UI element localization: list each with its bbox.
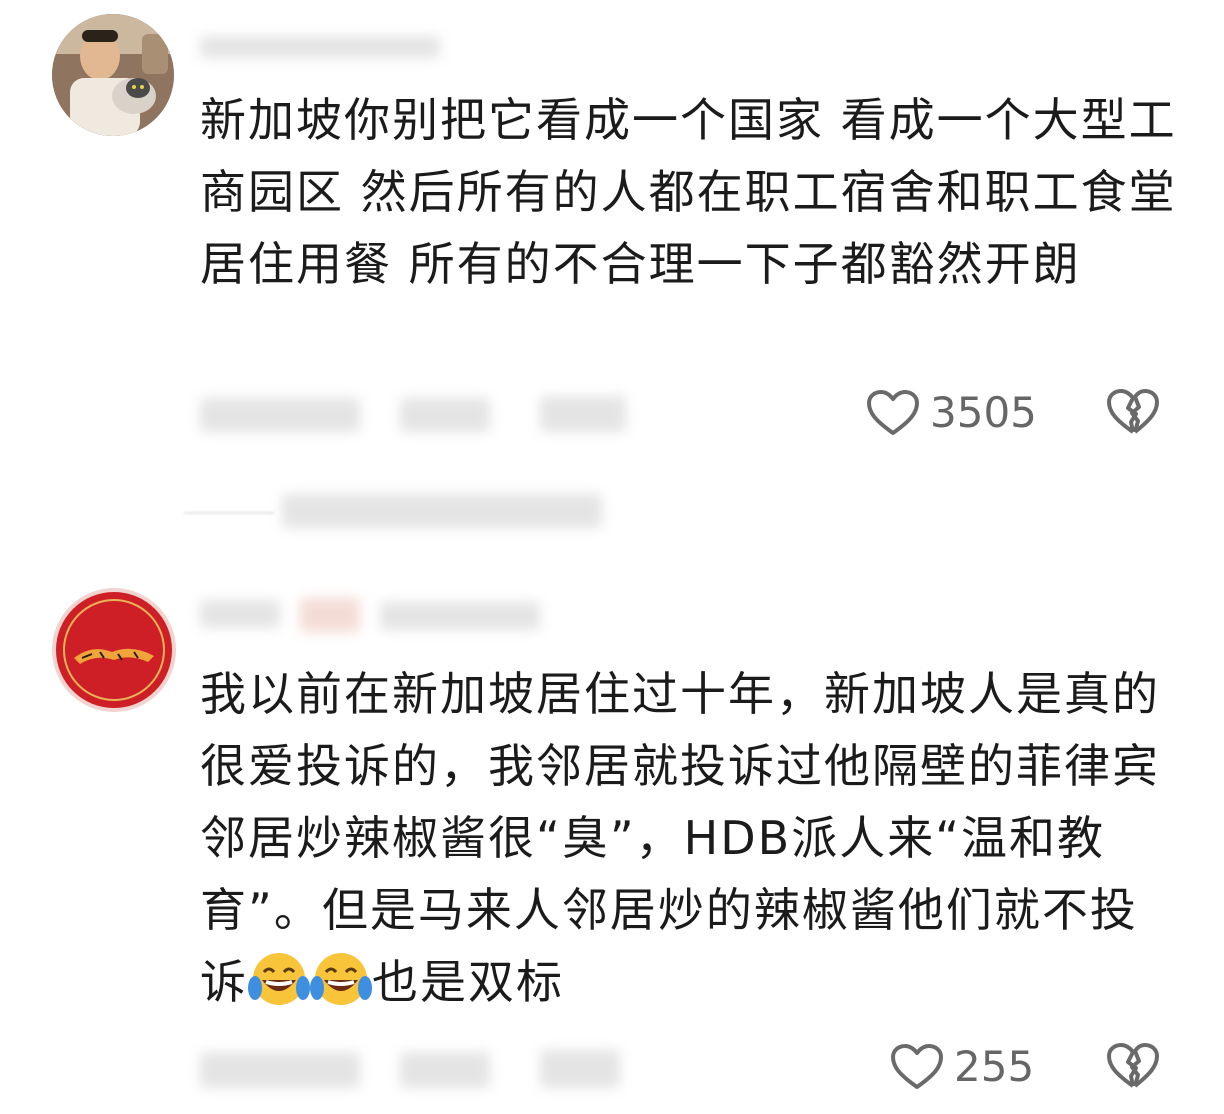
- reply-button[interactable]: [540, 1050, 620, 1088]
- expand-replies-blurred[interactable]: [282, 494, 602, 528]
- timestamp-blurred: [200, 1052, 360, 1088]
- broken-heart-icon: [1107, 389, 1159, 434]
- location-blurred: [400, 398, 490, 432]
- man-with-cat-avatar: [52, 14, 174, 136]
- location-blurred: [400, 1052, 490, 1088]
- username-blurred[interactable]: [200, 36, 440, 58]
- reply-divider: [184, 512, 274, 514]
- comment-thread: 新加坡你别把它看成一个国家 看成一个大型工商园区 然后所有的人都在职工宿舍和职工…: [0, 0, 1224, 1114]
- dislike-button[interactable]: [1106, 388, 1160, 440]
- dislike-button[interactable]: [1106, 1042, 1160, 1094]
- user-meta-blurred: [380, 602, 540, 630]
- user-avatar[interactable]: [52, 14, 174, 136]
- comment-text-tail: 也是双标: [372, 955, 564, 1009]
- comment-text: 新加坡你别把它看成一个国家 看成一个大型工商园区 然后所有的人都在职工宿舍和职工…: [200, 93, 1177, 291]
- badge-blurred: [300, 598, 360, 632]
- timestamp-blurred: [200, 398, 360, 432]
- like-count: 255: [954, 1042, 1035, 1091]
- user-avatar[interactable]: [52, 588, 176, 712]
- comment-text: 我以前在新加坡居住过十年，新加坡人是真的很爱投诉的，我邻居就投诉过他隔壁的菲律宾…: [200, 658, 1180, 1018]
- like-button[interactable]: 3505: [866, 388, 1037, 437]
- like-button[interactable]: 255: [890, 1042, 1034, 1091]
- broken-heart-icon: [1107, 1043, 1159, 1088]
- heart-outline-icon: [891, 1043, 943, 1089]
- comment-item: 新加坡你别把它看成一个国家 看成一个大型工商园区 然后所有的人都在职工宿舍和职工…: [0, 0, 1224, 560]
- comment-item: 我以前在新加坡居住过十年，新加坡人是真的很爱投诉的，我邻居就投诉过他隔壁的菲律宾…: [0, 570, 1224, 1114]
- reply-button[interactable]: [540, 396, 626, 432]
- laughing-tears-emoji: [310, 953, 372, 1005]
- like-count: 3505: [930, 388, 1037, 437]
- heart-outline-icon: [867, 389, 919, 435]
- tiger-balm-avatar: [52, 588, 176, 712]
- laughing-tears-emoji: [248, 953, 310, 1005]
- username-blurred[interactable]: [200, 600, 280, 628]
